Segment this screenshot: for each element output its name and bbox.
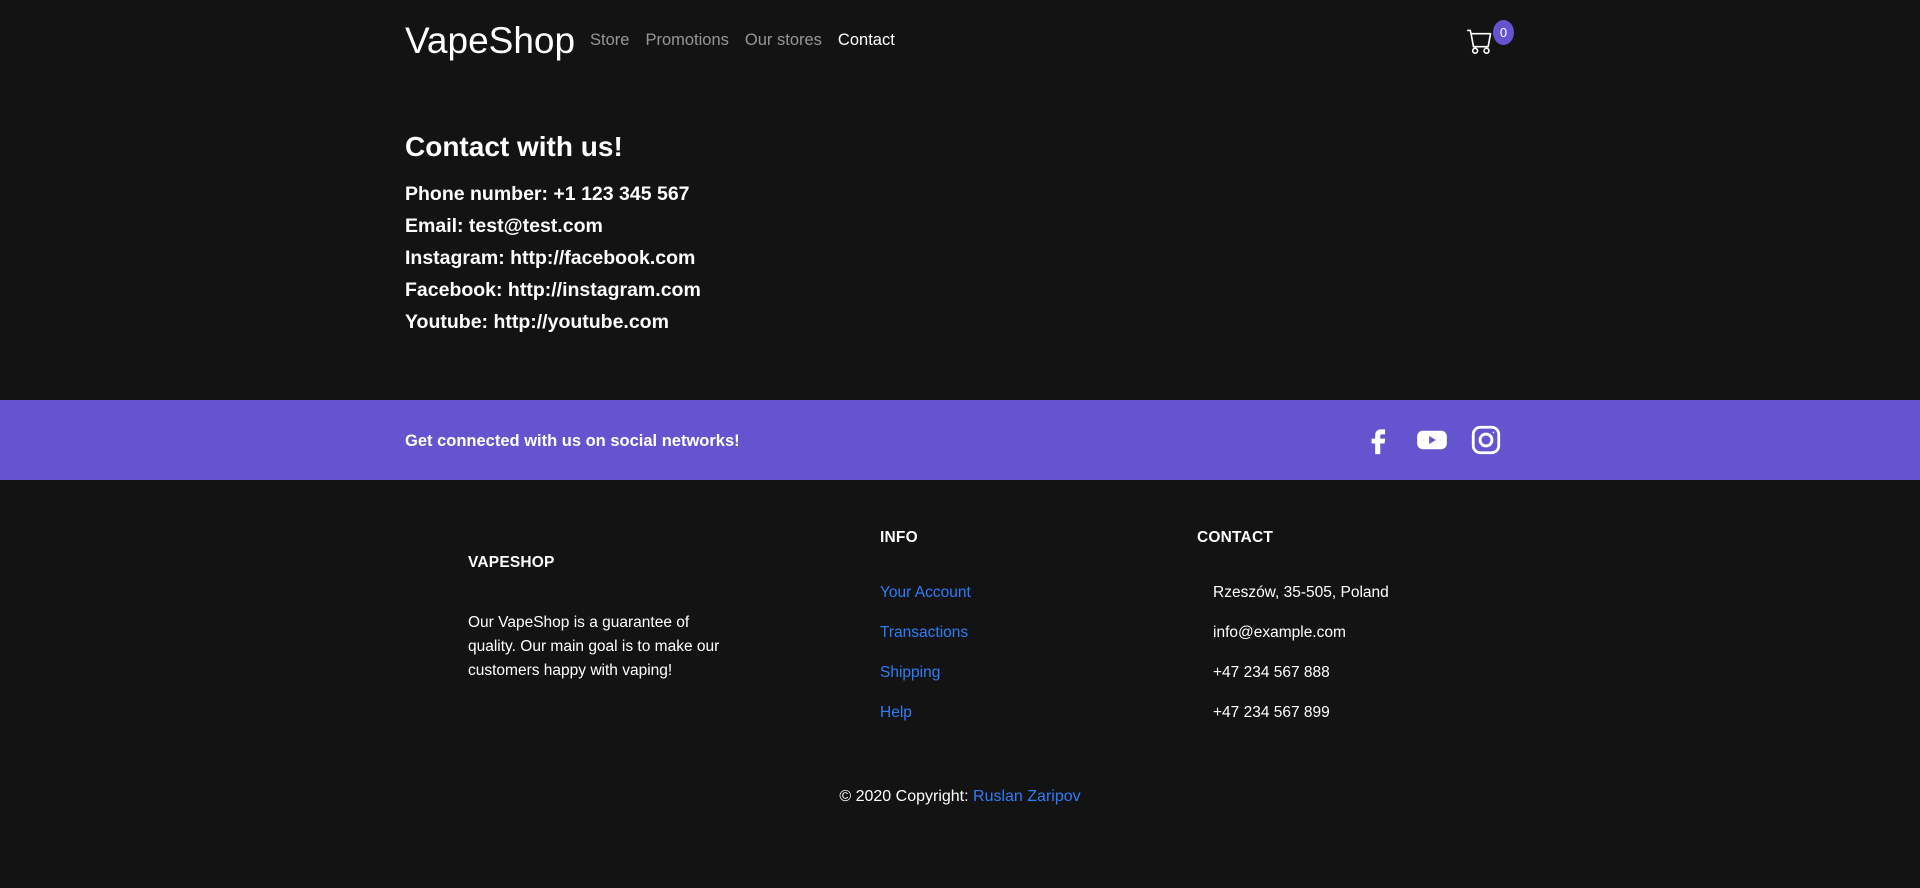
nav-link-store[interactable]: Store [590,30,629,50]
contact-facebook: Facebook: http://instagram.com [405,279,701,301]
facebook-icon[interactable] [1361,422,1395,458]
list-item: Transactions [880,623,971,643]
navbar: VapeShop Store Promotions Our stores Con… [0,0,1920,80]
footer-info-heading: INFO [880,529,918,546]
cart-icon [1467,29,1492,54]
footer-info-list: Your Account Transactions Shipping Help [880,583,971,723]
nav-links: Store Promotions Our stores Contact [590,30,895,50]
contact-instagram: Instagram: http://facebook.com [405,247,696,269]
copyright-author-link[interactable]: Ruslan Zaripov [973,788,1081,805]
footer-contact-list: Rzeszów, 35-505, Poland info@example.com… [1197,583,1389,723]
footer-link-transactions[interactable]: Transactions [880,624,968,641]
footer-link-help[interactable]: Help [880,704,912,721]
instagram-icon[interactable] [1469,422,1503,458]
nav-link-our-stores[interactable]: Our stores [745,30,822,50]
list-item: Shipping [880,663,971,683]
footer-contact: CONTACT Rzeszów, 35-505, Poland info@exa… [1197,528,1389,743]
social-icons [1361,422,1503,458]
social-bar: Get connected with us on social networks… [0,400,1920,480]
youtube-icon[interactable] [1415,422,1449,458]
footer-contact-email: info@example.com [1213,624,1346,641]
footer-contact-address: Rzeszów, 35-505, Poland [1213,584,1389,601]
footer-about-heading: VAPESHOP [468,554,555,571]
contact-section: Contact with us! Phone number: +1 123 34… [405,130,701,338]
nav-link-contact[interactable]: Contact [838,30,895,50]
copyright-text: © 2020 Copyright: [839,788,969,805]
contact-phone: Phone number: +1 123 345 567 [405,183,690,205]
list-item: Your Account [880,583,971,603]
footer-link-shipping[interactable]: Shipping [880,664,940,681]
footer-about-text: Our VapeShop is a guarantee of quality. … [468,614,720,679]
nav-link-promotions[interactable]: Promotions [645,30,728,50]
cart-button[interactable]: 0 [1466,20,1514,56]
contact-youtube: Youtube: http://youtube.com [405,311,669,333]
footer-contact-heading: CONTACT [1197,529,1274,546]
footer-contact-phone-1: +47 234 567 888 [1213,664,1330,681]
footer-link-your-account[interactable]: Your Account [880,584,971,601]
copyright: © 2020 Copyright: Ruslan Zaripov [0,787,1920,807]
footer-contact-phone-2: +47 234 567 899 [1213,704,1330,721]
contact-title: Contact with us! [405,131,623,162]
contact-email: Email: test@test.com [405,215,603,237]
footer-about: VAPESHOP Our VapeShop is a guarantee of … [468,553,728,683]
cart-count-badge: 0 [1493,20,1514,45]
footer-info: INFO Your Account Transactions Shipping … [880,528,971,743]
brand-logo[interactable]: VapeShop [405,19,575,63]
social-bar-text: Get connected with us on social networks… [405,432,740,450]
list-item: Help [880,703,971,723]
